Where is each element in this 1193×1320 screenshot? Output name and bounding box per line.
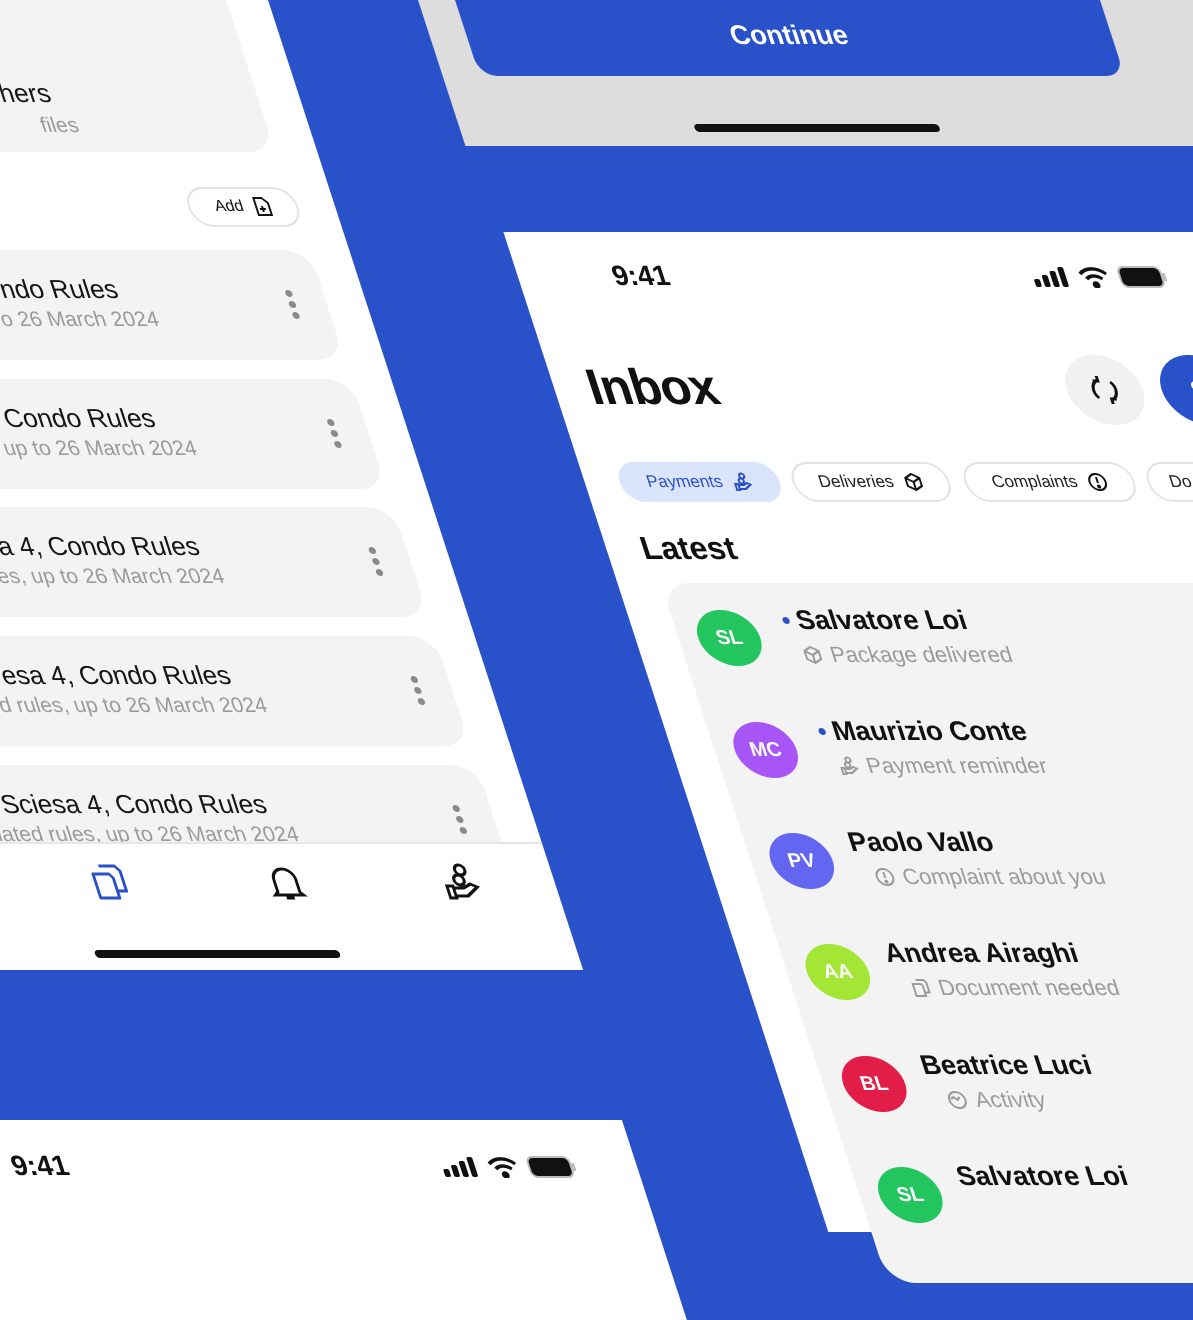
filter-complaints[interactable]: Complaints — [958, 462, 1142, 502]
wifi-icon — [1075, 266, 1112, 288]
add-button[interactable]: Add — [181, 187, 305, 227]
battery-icon — [525, 1156, 580, 1178]
file-plus-icon — [250, 197, 274, 217]
document-title: a 4, Condo Rules — [0, 531, 204, 561]
sender-name: Salvatore Loi — [791, 605, 971, 635]
continue-label: Continue — [725, 20, 853, 50]
box-icon — [900, 472, 926, 492]
continue-button[interactable]: Continue — [445, 0, 1125, 76]
more-options-icon[interactable] — [367, 547, 386, 577]
tab-bar-divider — [0, 842, 543, 844]
page-title: Inbox — [578, 359, 726, 415]
document-row[interactable]: ndo Rules o 26 March 2024 — [0, 250, 345, 360]
message-text: Document needed — [934, 975, 1123, 1000]
alert-circle-icon — [1084, 472, 1110, 492]
wifi-icon — [485, 1156, 522, 1178]
add-label: Add — [212, 198, 247, 215]
sender-name: Paolo Vallo — [843, 827, 998, 857]
sender-name: Andrea Airaghi — [879, 938, 1083, 968]
message-subtitle: Payment reminder — [835, 753, 1051, 779]
document-subtitle: d rules, up to 26 March 2024 — [0, 694, 271, 717]
document-title: Condo Rules — [0, 403, 160, 433]
avatar-initial: S — [1186, 374, 1193, 405]
sender-name: Maurizio Conte — [827, 716, 1031, 746]
message-subtitle: Complaint about you — [871, 864, 1109, 890]
document-row[interactable]: a 4, Condo Rules es, up to 26 March 2024 — [0, 507, 429, 617]
chip-label: Complaints — [988, 472, 1081, 491]
document-row[interactable]: esa 4, Condo Rules d rules, up to 26 Mar… — [0, 636, 471, 746]
sender-name: Salvatore Loi — [952, 1161, 1132, 1191]
more-options-icon[interactable] — [451, 805, 470, 835]
filter-payments[interactable]: Payments — [613, 462, 787, 502]
more-options-icon[interactable] — [409, 676, 428, 706]
status-time: 9:41 — [6, 1150, 73, 1181]
document-subtitle: o 26 March 2024 — [0, 308, 163, 331]
payments-icon — [729, 472, 755, 492]
chip-label: Deliveries — [815, 472, 897, 491]
folder-subtitle: files — [37, 114, 82, 137]
message-text: Activity — [971, 1087, 1049, 1112]
filter-deliveries[interactable]: Deliveries — [786, 462, 957, 502]
bottom-phone-screen: 9:41 — [0, 1120, 687, 1320]
document-row[interactable]: Condo Rules up to 26 March 2024 — [0, 379, 387, 489]
document-title: Sciesa 4, Condo Rules — [0, 789, 271, 819]
message-subtitle: Document needed — [907, 975, 1123, 1001]
message-subtitle: Package delivered — [799, 642, 1016, 668]
section-title: Latest — [635, 530, 742, 566]
sender-name: Beatrice Luci — [916, 1050, 1096, 1080]
document-title: ndo Rules — [0, 274, 122, 304]
document-subtitle: es, up to 26 March 2024 — [0, 565, 228, 588]
home-indicator — [93, 950, 342, 958]
document-subtitle: lated rules, up to 26 March 2024 — [0, 823, 303, 842]
chip-label: Payments — [643, 472, 726, 491]
message-text: Payment reminder — [862, 753, 1051, 778]
message-subtitle: Activity — [943, 1087, 1049, 1113]
document-title: esa 4, Condo Rules — [0, 660, 235, 690]
refresh-icon — [1084, 374, 1126, 406]
status-time: 9:41 — [607, 260, 674, 291]
message-text: Package delivered — [826, 642, 1016, 667]
folder-title: hers — [0, 78, 55, 108]
signal-icon — [1030, 267, 1072, 287]
chip-label: Do — [1166, 472, 1193, 491]
status-icons — [439, 1156, 580, 1178]
document-row[interactable]: Sciesa 4, Condo Rules lated rules, up to… — [0, 765, 502, 842]
signal-icon — [439, 1157, 481, 1177]
status-icons — [1029, 266, 1170, 288]
message-text: Complaint about you — [898, 864, 1109, 889]
mockup-layer: hers files Add ndo Rules o 26 March 2024… — [0, 0, 1193, 1320]
document-subtitle: up to 26 March 2024 — [0, 437, 201, 460]
more-options-icon[interactable] — [326, 419, 344, 449]
home-indicator — [693, 124, 941, 132]
battery-icon — [1115, 266, 1170, 288]
more-options-icon[interactable] — [284, 290, 302, 320]
